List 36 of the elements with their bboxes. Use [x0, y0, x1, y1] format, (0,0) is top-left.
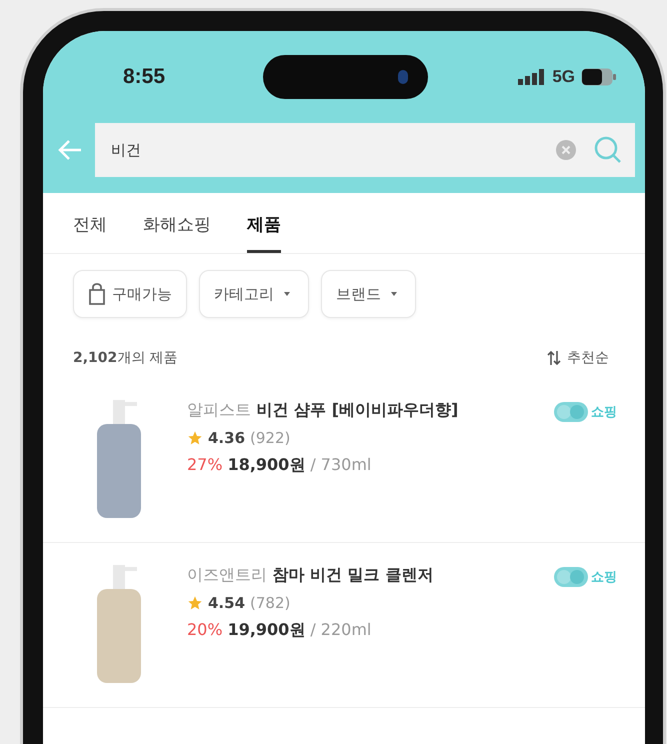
clear-icon[interactable]	[555, 139, 577, 161]
indicator-icon	[396, 68, 410, 86]
shopping-label: 쇼핑	[554, 565, 617, 589]
search-icon[interactable]	[593, 135, 623, 165]
review-count: (922)	[250, 429, 290, 447]
rating-value: 4.54	[208, 594, 246, 612]
pill-icon	[554, 402, 588, 422]
discount-rate: 20%	[187, 620, 223, 641]
status-time: 8:55	[123, 65, 166, 89]
product-title[interactable]: 알피스트 비건 샴푸 [베이비파우더향]	[187, 400, 518, 421]
tab[interactable]: 전체	[73, 193, 107, 253]
product-price: 19,900원	[228, 620, 306, 641]
shopping-bag-icon	[88, 283, 106, 305]
star-icon	[187, 595, 203, 611]
filter-chip[interactable]: 브랜드	[321, 270, 416, 318]
filter-chip[interactable]: 구매가능	[73, 270, 187, 318]
product-volume: / 730ml	[310, 455, 372, 476]
network-label: 5G	[552, 67, 575, 87]
review-count: (782)	[250, 594, 290, 612]
search-field[interactable]: 비건	[95, 123, 635, 177]
tab[interactable]: 제품	[247, 193, 281, 253]
product-volume: / 220ml	[310, 620, 372, 641]
discount-rate: 27%	[187, 455, 223, 476]
product-title[interactable]: 이즈앤트리 참마 비건 밀크 클렌저	[187, 565, 518, 586]
filter-chip[interactable]: 카테고리	[199, 270, 309, 318]
result-count: 2,102개의 제품	[73, 349, 178, 367]
pill-icon	[554, 567, 588, 587]
signal-icon	[518, 69, 546, 85]
tab[interactable]: 화해쇼핑	[143, 193, 211, 253]
rating-value: 4.36	[208, 429, 246, 447]
sort-arrows-icon	[547, 350, 561, 366]
product-price: 18,900원	[228, 455, 306, 476]
shopping-label: 쇼핑	[554, 400, 617, 424]
battery-icon	[581, 68, 617, 86]
sort-button[interactable]: 추천순	[541, 348, 615, 368]
star-icon	[187, 430, 203, 446]
